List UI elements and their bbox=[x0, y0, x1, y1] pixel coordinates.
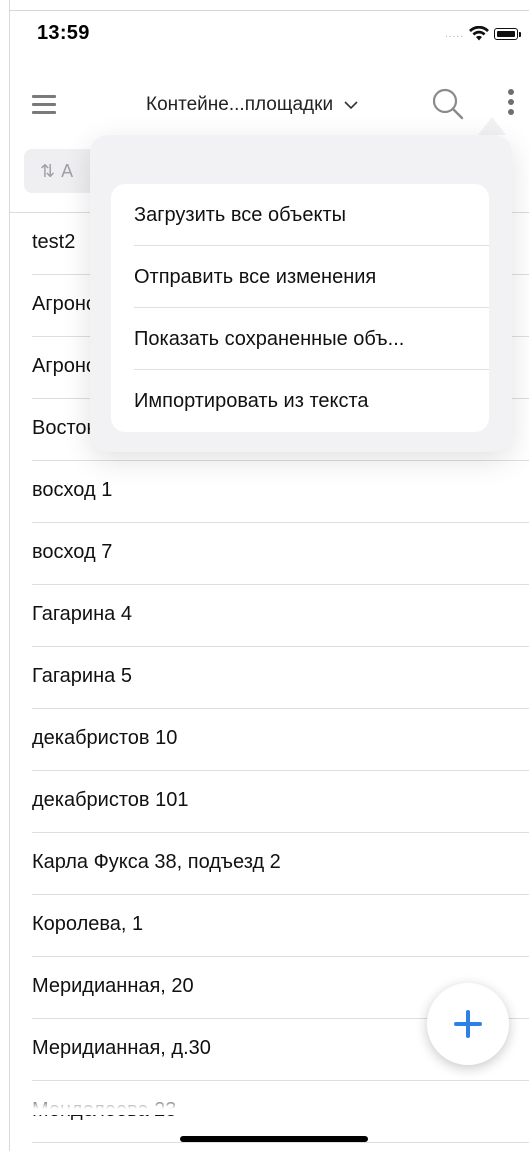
status-time: 13:59 bbox=[37, 22, 90, 44]
app-bar: Контейне...площадки bbox=[10, 70, 529, 140]
wifi-icon bbox=[469, 26, 489, 41]
more-options-icon[interactable] bbox=[506, 89, 516, 123]
plus-icon bbox=[454, 1010, 482, 1038]
home-indicator bbox=[180, 1136, 368, 1142]
menu-item-send-changes[interactable]: Отправить все изменения bbox=[111, 246, 489, 308]
battery-icon bbox=[494, 28, 518, 40]
list-fade bbox=[10, 1095, 529, 1115]
list-item[interactable]: восход 7 bbox=[10, 523, 529, 585]
list-item[interactable]: декабристов 101 bbox=[10, 771, 529, 833]
list-item[interactable]: Королева, 1 bbox=[10, 895, 529, 957]
menu-icon[interactable] bbox=[32, 95, 56, 114]
battery-cap bbox=[519, 31, 521, 37]
popover-arrow bbox=[478, 117, 506, 135]
list-item[interactable]: Карла Фукса 38, подъезд 2 bbox=[10, 833, 529, 895]
list-item[interactable]: восход 1 bbox=[10, 461, 529, 523]
menu-item-load-all[interactable]: Загрузить все объекты bbox=[111, 184, 489, 246]
page-title-dropdown[interactable]: Контейне...площадки bbox=[146, 94, 359, 116]
menu-item-show-saved[interactable]: Показать сохраненные объ... bbox=[111, 308, 489, 370]
chevron-down-icon bbox=[344, 101, 358, 110]
list-item[interactable]: Гагарина 5 bbox=[10, 647, 529, 709]
list-item[interactable]: декабристов 10 bbox=[10, 709, 529, 771]
status-icons: ..... bbox=[445, 26, 521, 42]
search-icon[interactable] bbox=[430, 86, 466, 122]
add-button[interactable] bbox=[427, 983, 509, 1065]
page-title: Контейне...площадки bbox=[146, 94, 334, 115]
list-item[interactable]: Гагарина 4 bbox=[10, 585, 529, 647]
menu-item-import-text[interactable]: Импортировать из текста bbox=[111, 370, 489, 432]
signal-icon: ..... bbox=[445, 28, 464, 40]
options-menu: Загрузить все объекты Отправить все изме… bbox=[111, 184, 489, 432]
sort-label: A bbox=[61, 160, 74, 181]
window-top-edge bbox=[9, 10, 529, 11]
sort-icon: ⇅ bbox=[40, 160, 56, 181]
